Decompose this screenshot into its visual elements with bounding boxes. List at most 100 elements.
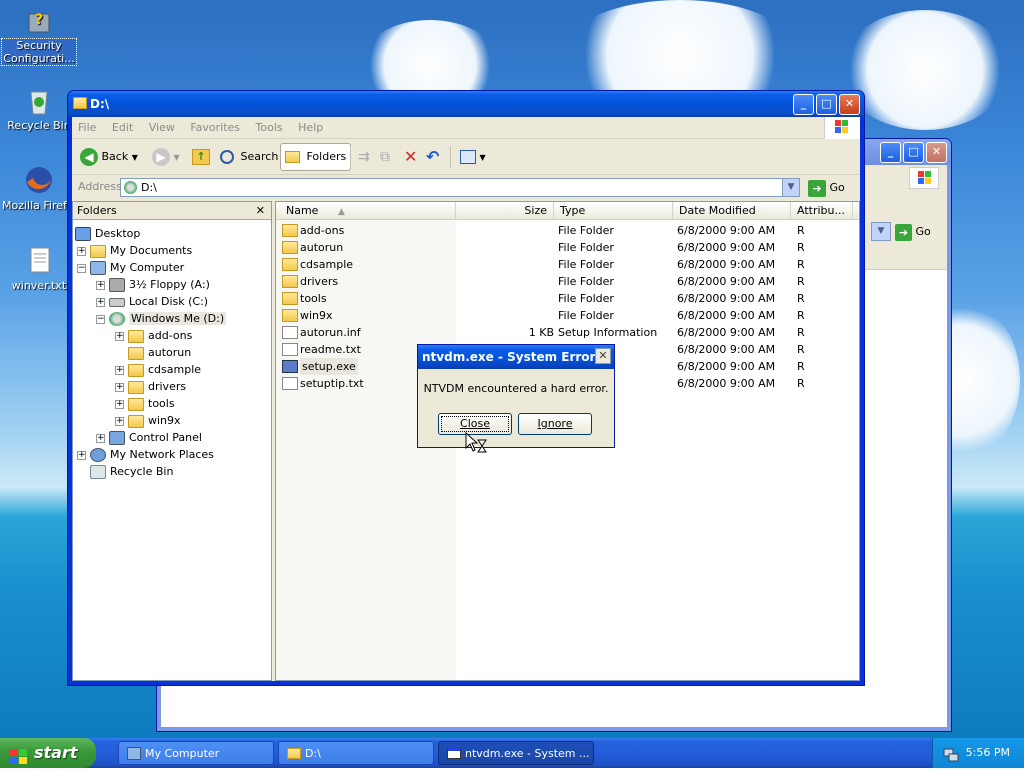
tree-item-tools[interactable]: + tools: [115, 395, 175, 412]
back-button[interactable]: ◀ Back ▼: [76, 144, 142, 170]
column-name[interactable]: Name ▲: [276, 202, 456, 220]
task-label: D:\: [305, 747, 321, 760]
table-row[interactable]: win9x File Folder 6/8/2000 9:00 AM R: [276, 307, 859, 324]
copy-to-button[interactable]: ⧉: [376, 144, 394, 170]
expand-icon[interactable]: +: [115, 331, 124, 341]
table-row[interactable]: tools File Folder 6/8/2000 9:00 AM R: [276, 290, 859, 307]
expand-icon[interactable]: +: [115, 399, 124, 409]
tree-item-my-documents[interactable]: + My Documents: [77, 242, 192, 259]
file-name: win9x: [300, 309, 333, 322]
file-date: 6/8/2000 9:00 AM: [677, 292, 776, 305]
desktop-icon-firefox[interactable]: Mozilla Firefox: [2, 164, 76, 212]
tree-item-add-ons[interactable]: + add-ons: [115, 327, 192, 344]
ignore-button[interactable]: Ignore: [518, 413, 592, 435]
collapse-icon[interactable]: −: [77, 263, 86, 273]
tree-item-cdsample[interactable]: + cdsample: [115, 361, 201, 378]
tree-item-control-panel[interactable]: + Control Panel: [96, 429, 202, 446]
taskbar-button-my-computer[interactable]: My Computer: [118, 741, 274, 765]
menu-file[interactable]: File: [72, 117, 102, 134]
expand-icon[interactable]: +: [96, 433, 105, 443]
tree-item-win9x[interactable]: + win9x: [115, 412, 181, 429]
tree-item-windows-me[interactable]: − Windows Me (D:): [96, 310, 227, 327]
cd-drive-icon: [109, 312, 125, 326]
expand-icon[interactable]: +: [96, 297, 105, 307]
menu-help[interactable]: Help: [292, 117, 329, 134]
tree-item-local-disk[interactable]: + Local Disk (C:): [96, 293, 208, 310]
close-button[interactable]: ✕: [839, 94, 860, 115]
file-attributes: R: [797, 241, 805, 254]
svg-text:?: ?: [35, 12, 43, 28]
table-row[interactable]: autorun.inf 1 KB Setup Information 6/8/2000…: [276, 324, 859, 341]
address-input[interactable]: D:\ ▼: [120, 178, 800, 197]
expand-icon[interactable]: +: [96, 280, 105, 290]
minimize-button[interactable]: _: [880, 142, 901, 163]
expand-icon[interactable]: +: [115, 416, 124, 426]
expand-icon[interactable]: +: [115, 365, 124, 375]
control-panel-icon: [109, 431, 125, 445]
expand-icon[interactable]: +: [115, 382, 124, 392]
tree-item-drivers[interactable]: + drivers: [115, 378, 186, 395]
column-type[interactable]: Type: [554, 202, 673, 220]
start-button[interactable]: start: [0, 738, 96, 768]
delete-button[interactable]: ✕: [400, 144, 421, 170]
expand-icon[interactable]: +: [77, 450, 86, 460]
table-row[interactable]: add-ons File Folder 6/8/2000 9:00 AM R: [276, 222, 859, 239]
close-icon[interactable]: ✕: [595, 348, 611, 364]
maximize-button[interactable]: □: [903, 142, 924, 163]
file-attributes: R: [797, 377, 805, 390]
tree-item-desktop[interactable]: Desktop: [75, 225, 140, 242]
menu-edit[interactable]: Edit: [106, 117, 139, 134]
windows-logo-icon: [824, 117, 860, 139]
dropdown-arrow-icon[interactable]: ▼: [871, 222, 891, 241]
menu-view[interactable]: View: [143, 117, 181, 134]
collapse-icon[interactable]: −: [96, 314, 105, 324]
desktop-icon-label: Security Configurati...: [1, 38, 77, 66]
column-size[interactable]: Size: [456, 202, 554, 220]
desktop-icon-security-config[interactable]: ? Security Configurati...: [1, 4, 77, 66]
expand-icon[interactable]: +: [77, 246, 86, 256]
folders-button[interactable]: Folders: [280, 143, 352, 171]
desktop-icon-winver[interactable]: winver.txt: [2, 244, 76, 292]
network-tray-icon[interactable]: [943, 745, 959, 762]
go-button[interactable]: ➔ Go: [895, 222, 941, 241]
go-button[interactable]: ➔ Go: [808, 178, 852, 197]
search-button[interactable]: Search: [216, 144, 282, 170]
up-folder-button[interactable]: ↑: [188, 144, 214, 170]
folders-pane: Folders ✕ Desktop + My Documents − My Comp…: [72, 201, 272, 681]
forward-button[interactable]: ▶ ▼: [148, 144, 184, 170]
views-button[interactable]: ▼: [456, 144, 490, 170]
dropdown-arrow-icon[interactable]: ▼: [782, 179, 799, 196]
close-icon[interactable]: ✕: [256, 202, 265, 220]
move-to-button[interactable]: ⇉: [354, 144, 374, 170]
maximize-button[interactable]: □: [816, 94, 837, 115]
tree-item-autorun[interactable]: autorun: [128, 344, 191, 361]
taskbar-button-ntvdm[interactable]: ntvdm.exe - System ...: [438, 741, 594, 765]
folder-icon: [282, 292, 298, 305]
close-button[interactable]: ✕: [926, 142, 947, 163]
menu-tools[interactable]: Tools: [250, 117, 289, 134]
tree-item-my-computer[interactable]: − My Computer: [77, 259, 184, 276]
desktop-icon-recycle-bin[interactable]: Recycle Bin: [2, 84, 76, 132]
tree-item-my-network-places[interactable]: + My Network Places: [77, 446, 214, 463]
dialog-message: NTVDM encountered a hard error.: [423, 382, 609, 395]
folder-icon: [128, 414, 144, 428]
tree-label: cdsample: [148, 363, 202, 376]
busy-cursor-icon: [465, 431, 489, 456]
table-row[interactable]: autorun File Folder 6/8/2000 9:00 AM R: [276, 239, 859, 256]
taskbar-button-explorer[interactable]: D:\: [278, 741, 434, 765]
column-attributes[interactable]: Attribu...: [791, 202, 853, 220]
minimize-button[interactable]: _: [793, 94, 814, 115]
table-row[interactable]: cdsample File Folder 6/8/2000 9:00 AM R: [276, 256, 859, 273]
system-error-dialog[interactable]: ntvdm.exe - System Error ✕ NTVDM encount…: [417, 344, 615, 448]
file-date: 6/8/2000 9:00 AM: [677, 241, 776, 254]
column-date-modified[interactable]: Date Modified: [673, 202, 791, 220]
table-row[interactable]: drivers File Folder 6/8/2000 9:00 AM R: [276, 273, 859, 290]
tree-item-recycle-bin[interactable]: Recycle Bin: [90, 463, 173, 480]
tree-item-floppy[interactable]: +3½ Floppy (A:): [96, 276, 210, 293]
folder-icon: [128, 397, 144, 411]
menu-favorites[interactable]: Favorites: [184, 117, 246, 134]
dialog-titlebar[interactable]: ntvdm.exe - System Error ✕: [418, 345, 614, 369]
undo-button[interactable]: ↶: [422, 144, 443, 170]
recycle-bin-icon: [23, 84, 55, 116]
explorer-titlebar[interactable]: D:\ _ □ ✕: [68, 91, 864, 117]
